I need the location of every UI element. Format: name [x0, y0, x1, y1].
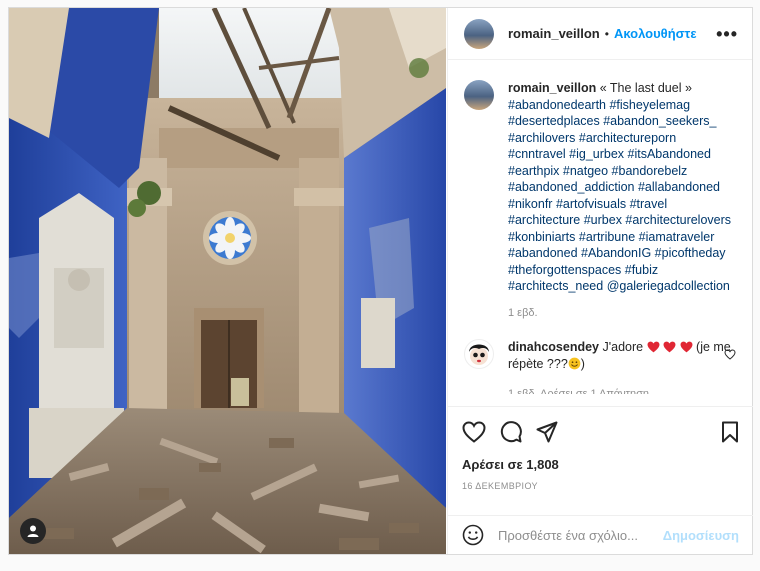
likes-count[interactable]: Αρέσει σε 1,808 [462, 457, 739, 472]
red-heart-emoji-icon [680, 340, 696, 354]
follow-button[interactable]: Ακολουθήστε [614, 26, 697, 41]
comment-input[interactable] [498, 527, 658, 543]
comment-item: dinahcosendey J'adore (je me répète ???)… [464, 339, 736, 394]
emoji-icon[interactable] [462, 524, 484, 546]
caption-avatar[interactable] [464, 80, 494, 110]
caption: romain_veillon « The last duel » #abando… [464, 80, 736, 321]
header-separator: • [604, 26, 609, 41]
comment-body: dinahcosendey J'adore (je me répète ???)… [508, 339, 733, 394]
chapel-ruin-image [9, 8, 446, 554]
author-avatar[interactable] [464, 18, 494, 49]
post-side-panel: romain_veillon • Ακολουθήστε ••• romain_… [447, 8, 753, 554]
user-tag-icon[interactable] [20, 518, 46, 544]
red-heart-emoji-icon [647, 340, 663, 354]
post-comment-button[interactable]: Δημοσίευση [663, 528, 739, 543]
caption-mention[interactable]: @galeriegadcollection [607, 279, 730, 293]
share-icon[interactable] [536, 421, 558, 443]
post-date[interactable]: 16 ΔΕΚΕΜΒΡΙΟΥ [462, 481, 739, 491]
commenter-avatar[interactable] [464, 339, 494, 369]
comment-like-heart-icon[interactable] [724, 347, 736, 365]
bookmark-icon[interactable] [721, 421, 739, 443]
heart-icon[interactable] [462, 421, 486, 443]
more-options-icon[interactable]: ••• [716, 25, 738, 43]
post-dialog: romain_veillon • Ακολουθήστε ••• romain_… [8, 7, 753, 555]
comment-text: J'adore [602, 340, 644, 354]
author-username[interactable]: romain_veillon [508, 26, 600, 41]
comment-text-end: ) [580, 356, 585, 371]
comment-username[interactable]: dinahcosendey [508, 340, 599, 354]
smiley-emoji-icon [568, 357, 581, 371]
caption-time[interactable]: 1 εβδ. [508, 305, 736, 322]
post-header: romain_veillon • Ακολουθήστε ••• [448, 8, 752, 60]
action-icons [462, 420, 739, 444]
caption-title: « The last duel » [599, 81, 692, 95]
betty-boop-avatar-image [469, 344, 489, 365]
comment-icon[interactable] [500, 421, 522, 443]
caption-username[interactable]: romain_veillon [508, 81, 596, 95]
caption-hashtags[interactable]: #abandonedearth #fisheyelemag #desertedp… [508, 98, 731, 294]
caption-body: romain_veillon « The last duel » #abando… [508, 80, 736, 321]
red-heart-emoji-icon [663, 340, 679, 354]
post-actions: Αρέσει σε 1,808 16 ΔΕΚΕΜΒΡΙΟΥ [448, 406, 753, 491]
comment-meta[interactable]: 1 εβδ. Αρέσει σε 1 Απάντηση [508, 386, 733, 394]
comments-list[interactable]: romain_veillon « The last duel » #abando… [448, 60, 752, 405]
post-photo[interactable] [9, 8, 446, 554]
add-comment-bar: Δημοσίευση [448, 515, 753, 554]
